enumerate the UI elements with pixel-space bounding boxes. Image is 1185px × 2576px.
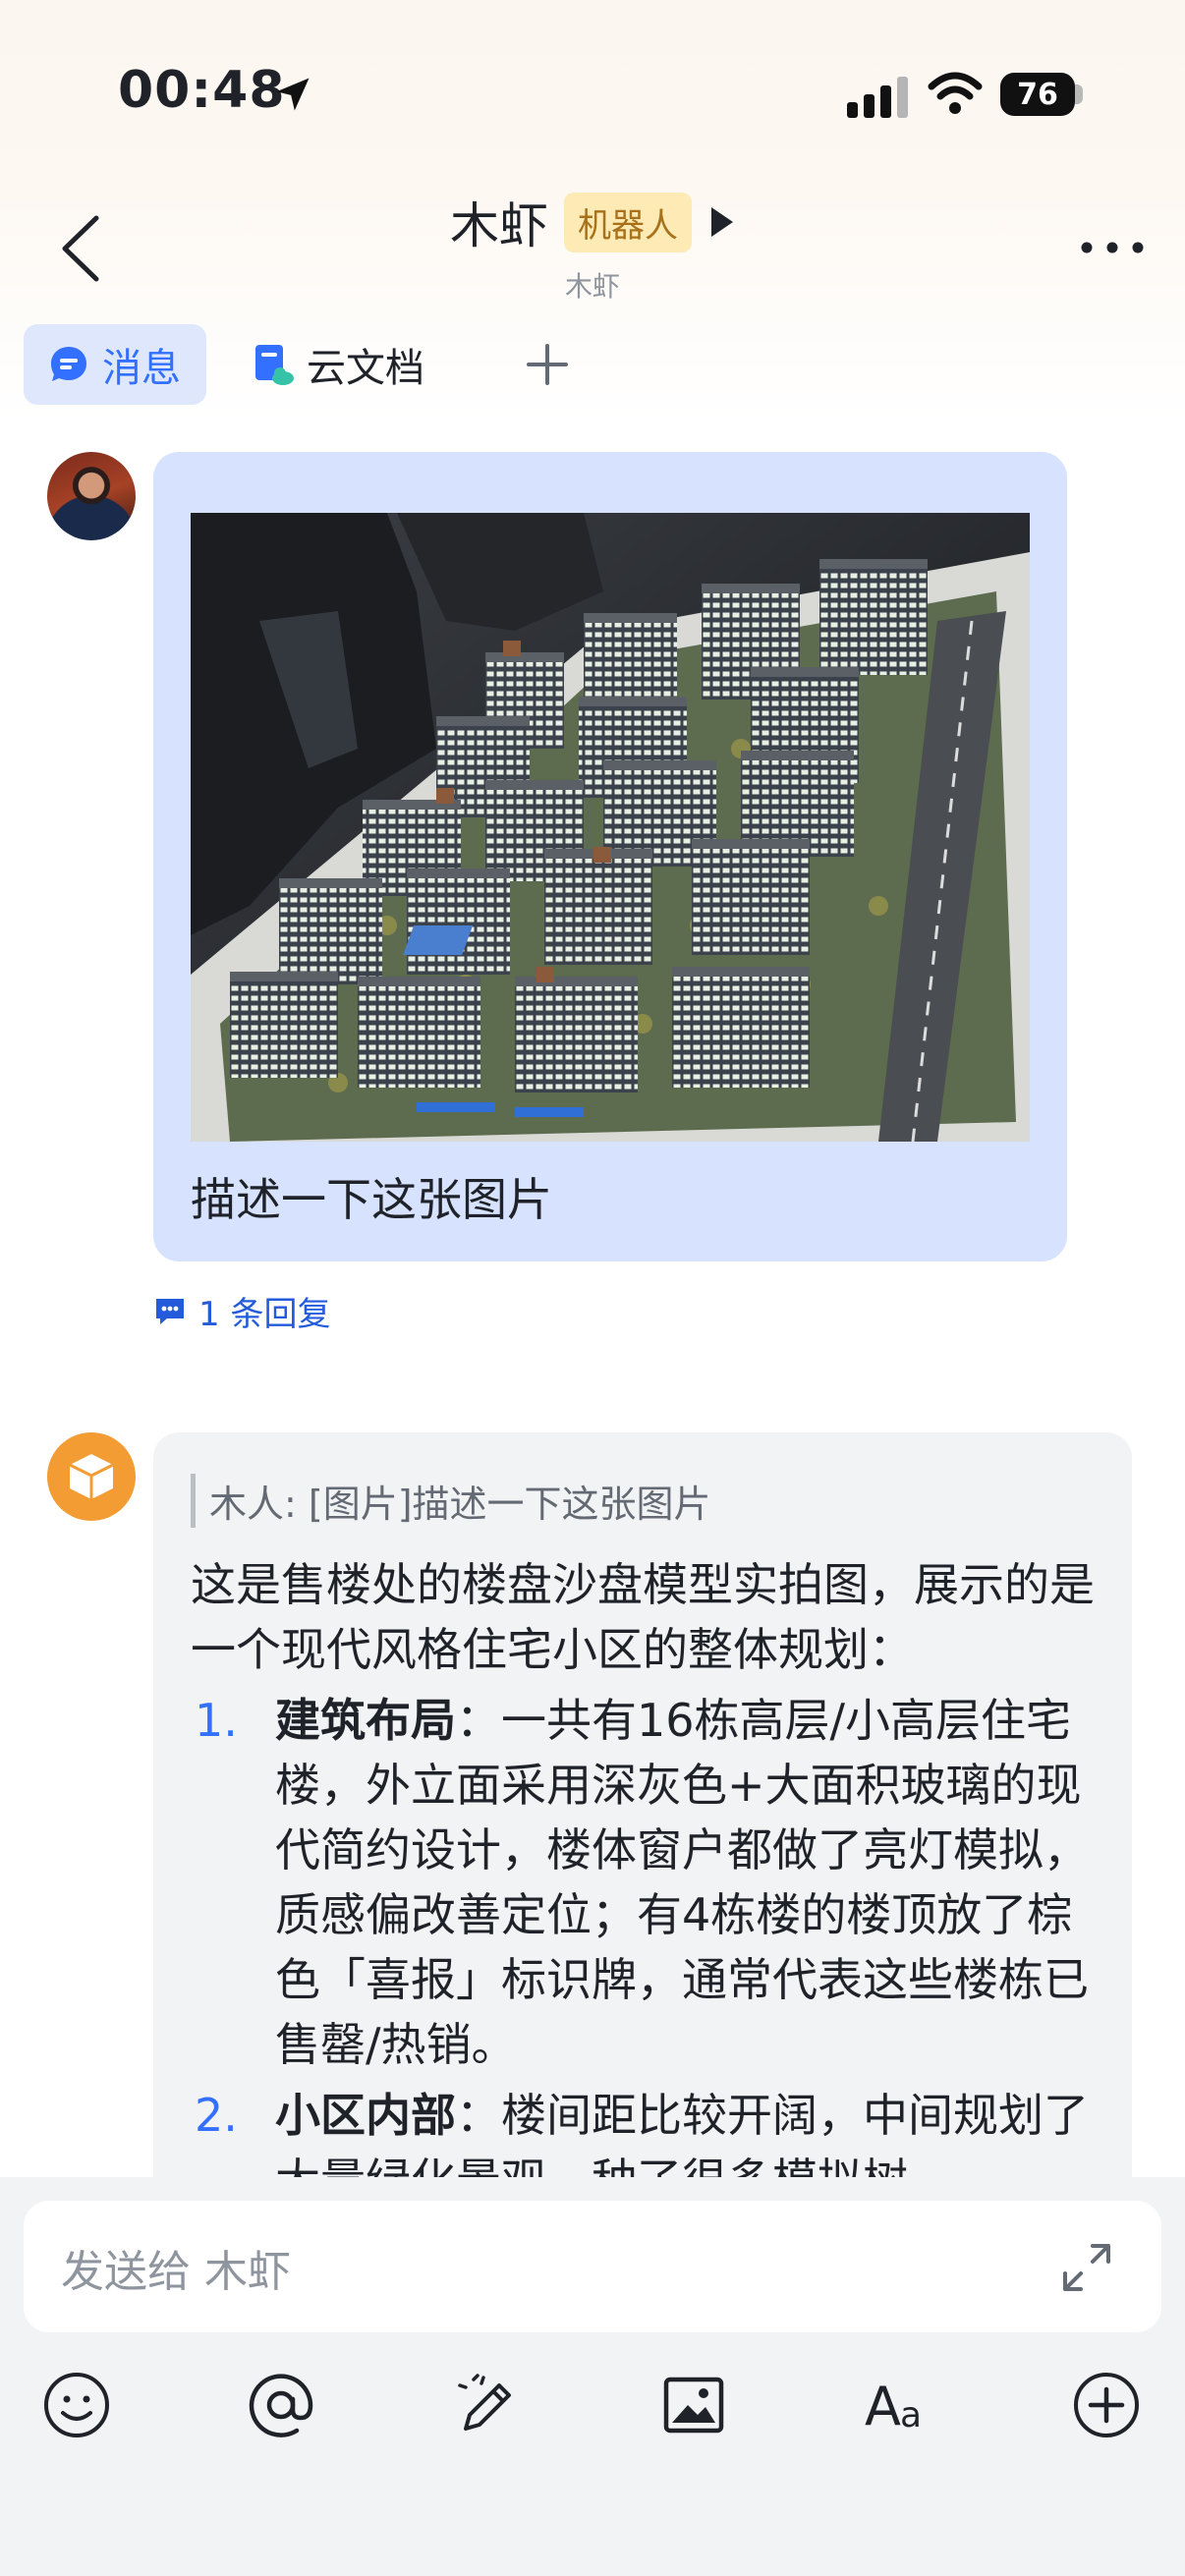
expand-icon[interactable] bbox=[1057, 2238, 1116, 2297]
chat-bubble-icon bbox=[51, 347, 86, 381]
wifi-icon bbox=[928, 72, 983, 114]
image-icon[interactable] bbox=[658, 2370, 729, 2440]
list-item-heading: 小区内部 bbox=[275, 2089, 456, 2142]
bot-message-body: 这是售楼处的楼盘沙盘模型实拍图，展示的是一个现代风格住宅小区的整体规划： 1. 建… bbox=[191, 1552, 1095, 2218]
reply-count: 1 条回复 bbox=[198, 1295, 331, 1334]
list-number: 1. bbox=[195, 1694, 238, 1747]
more-options-icon[interactable] bbox=[1081, 242, 1144, 253]
cloud-doc-icon bbox=[255, 345, 294, 385]
list-item-heading: 建筑布局 bbox=[275, 1694, 456, 1747]
quoted-message: 木人: [图片]描述一下这张图片 bbox=[191, 1474, 711, 1528]
list-item-text: ：一共有16栋高层/小高层住宅楼，外立面采用深灰色+大面积玻璃的现代简约设计，楼… bbox=[275, 1694, 1089, 2071]
add-circle-icon[interactable] bbox=[1071, 2370, 1142, 2440]
location-arrow-icon bbox=[276, 78, 310, 111]
list-number: 2. bbox=[195, 2089, 238, 2142]
chat-subtitle: 木虾 bbox=[564, 270, 620, 303]
text-format-icon[interactable]: A a bbox=[863, 2370, 933, 2440]
chat-title-row[interactable]: 木虾 机器人 bbox=[0, 187, 1185, 257]
user-avatar[interactable] bbox=[47, 452, 136, 540]
svg-text:A: A bbox=[865, 2376, 901, 2437]
add-tab-icon[interactable] bbox=[521, 338, 574, 391]
chat-title: 木虾 bbox=[450, 197, 548, 254]
tab-messages[interactable]: 消息 bbox=[24, 324, 206, 405]
robot-tag: 机器人 bbox=[564, 192, 692, 252]
battery-indicator: 76 bbox=[1000, 73, 1075, 116]
mention-at-icon[interactable] bbox=[246, 2370, 316, 2440]
bot-intro-text: 这是售楼处的楼盘沙盘模型实拍图，展示的是一个现代风格住宅小区的整体规划： bbox=[191, 1558, 1095, 1676]
list-item: 1. 建筑布局：一共有16栋高层/小高层住宅楼，外立面采用深灰色+大面积玻璃的现代… bbox=[191, 1688, 1095, 2077]
play-triangle-icon bbox=[711, 207, 733, 237]
reply-thread-link[interactable]: 1 条回复 bbox=[153, 1287, 330, 1335]
tab-cloud-docs[interactable]: 云文档 bbox=[254, 324, 424, 405]
box-icon bbox=[69, 1454, 114, 1499]
battery-cap bbox=[1075, 84, 1083, 104]
message-photo-sand-table-model[interactable] bbox=[191, 513, 1030, 1142]
tab-cloud-docs-label: 云文档 bbox=[307, 346, 424, 391]
bot-avatar[interactable] bbox=[47, 1432, 136, 1521]
user-message-text: 描述一下这张图片 bbox=[191, 1173, 552, 1226]
svg-text:a: a bbox=[900, 2395, 922, 2436]
input-placeholder: 发送给 木虾 bbox=[61, 2247, 291, 2297]
status-time: 00:48 bbox=[118, 61, 286, 120]
bot-list: 1. 建筑布局：一共有16栋高层/小高层住宅楼，外立面采用深灰色+大面积玻璃的现代… bbox=[191, 1688, 1095, 2212]
cellular-signal-icon bbox=[847, 77, 908, 118]
reply-thread-icon bbox=[156, 1298, 184, 1324]
magic-pen-icon[interactable] bbox=[452, 2370, 523, 2440]
emoji-icon[interactable] bbox=[41, 2370, 112, 2440]
tab-messages-label: 消息 bbox=[102, 346, 181, 391]
